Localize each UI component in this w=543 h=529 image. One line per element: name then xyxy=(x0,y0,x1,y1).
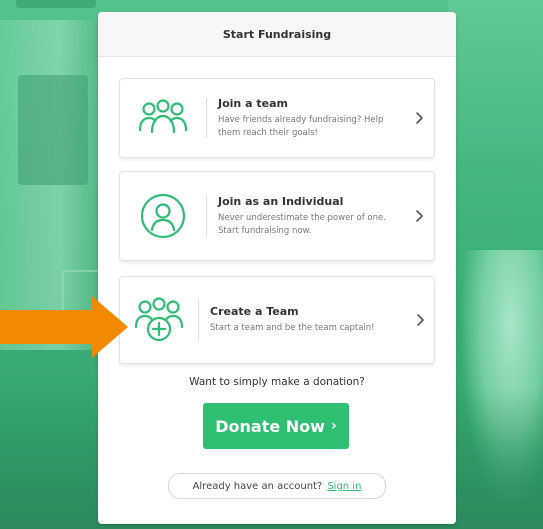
chevron-right-icon: › xyxy=(330,418,337,434)
join-team-option[interactable]: Join a team Have friends already fundrai… xyxy=(119,78,435,158)
background-sky xyxy=(448,0,543,160)
option-text: Create a Team Start a team and be the te… xyxy=(199,305,410,335)
option-title: Join as an Individual xyxy=(218,194,344,208)
option-description: Start a team and be the team captain! xyxy=(210,323,375,333)
account-prompt-text: Already have an account? xyxy=(192,480,323,492)
chevron-right-icon xyxy=(408,111,430,125)
donate-button-label: Donate Now xyxy=(215,416,325,436)
donation-prompt: Want to simply make a donation? xyxy=(189,376,365,388)
option-title: Join a team xyxy=(218,96,288,110)
background-top-banner xyxy=(16,0,96,8)
option-title: Create a Team xyxy=(210,305,299,318)
option-description: Have friends already fundraising? Help t… xyxy=(218,114,384,138)
option-text: Join as an Individual Never underestimat… xyxy=(207,195,408,238)
orange-pointer-arrow-icon xyxy=(0,296,128,358)
account-prompt-pill: Already have an account? Sign in xyxy=(168,473,386,499)
option-description: Never underestimate the power of one. St… xyxy=(218,212,386,236)
start-fundraising-card: Start Fundraising Join a team Have frien… xyxy=(98,12,456,524)
sign-in-link[interactable]: Sign in xyxy=(327,481,361,492)
card-title: Start Fundraising xyxy=(222,27,332,41)
group-icon xyxy=(120,79,206,157)
create-team-option[interactable]: Create a Team Start a team and be the te… xyxy=(119,276,435,364)
option-text: Join a team Have friends already fundrai… xyxy=(207,97,408,140)
group-add-icon xyxy=(120,277,198,363)
person-circle-icon xyxy=(120,172,206,260)
chevron-right-icon xyxy=(408,209,430,223)
join-individual-option[interactable]: Join as an Individual Never underestimat… xyxy=(119,171,435,261)
donate-now-button[interactable]: Donate Now › xyxy=(203,403,349,449)
card-header: Start Fundraising xyxy=(98,12,456,57)
chevron-right-icon xyxy=(410,313,430,327)
background-truck-window xyxy=(18,75,88,185)
